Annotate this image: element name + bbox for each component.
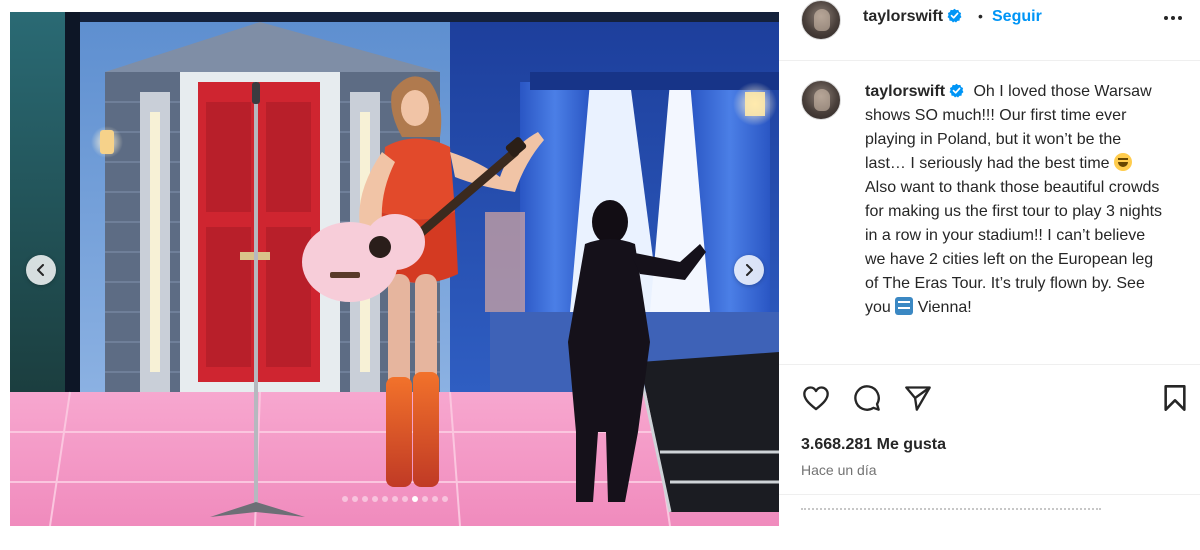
post-header: taylorswift • Seguir — [779, 0, 1200, 60]
header-username[interactable]: taylorswift — [863, 8, 962, 26]
comment-button[interactable] — [851, 382, 883, 414]
soon-arrow-emoji — [895, 297, 914, 315]
carousel-dot — [441, 496, 448, 502]
carousel-dot — [411, 496, 418, 502]
post-timestamp[interactable]: Hace un día — [801, 462, 877, 478]
caption-divider — [779, 364, 1200, 365]
post-caption: taylorswift Oh I loved those Warsaw show… — [865, 80, 1165, 320]
carousel-dot — [351, 496, 358, 502]
chevron-right-icon — [746, 264, 753, 276]
send-icon — [905, 386, 931, 411]
footer-divider — [779, 494, 1200, 495]
heart-icon — [803, 386, 829, 411]
separator-dot: • — [978, 8, 983, 24]
header-divider — [779, 60, 1200, 61]
caption-text-2: Also want to thank those beautiful crowd… — [865, 179, 1163, 316]
carousel-dot — [371, 496, 378, 502]
share-button[interactable] — [902, 382, 934, 414]
more-dot-icon — [1178, 16, 1182, 20]
carousel-indicator — [10, 496, 779, 502]
chevron-left-icon — [37, 264, 44, 276]
carousel-dot — [361, 496, 368, 502]
caption-text-3: Vienna! — [917, 299, 972, 316]
carousel-dot — [341, 496, 348, 502]
action-bar — [779, 376, 1200, 420]
caption-username[interactable]: taylorswift — [865, 83, 964, 100]
username-text[interactable]: taylorswift — [863, 8, 943, 25]
bookmark-icon — [1164, 385, 1186, 411]
carousel-dot — [381, 496, 388, 502]
verified-badge-icon — [949, 83, 964, 98]
verified-badge-icon — [947, 8, 962, 23]
caption-avatar[interactable] — [801, 80, 841, 120]
more-options-button[interactable] — [1161, 6, 1185, 30]
avatar[interactable] — [801, 0, 841, 40]
save-button[interactable] — [1159, 382, 1191, 414]
post-side-panel: taylorswift • Seguir taylorswift Oh I lo… — [779, 0, 1200, 550]
carousel-prev-button[interactable] — [26, 255, 56, 285]
caption-section: taylorswift Oh I loved those Warsaw show… — [779, 72, 1200, 364]
add-comment-area[interactable] — [801, 508, 1101, 512]
carousel-dot — [421, 496, 428, 502]
carousel-next-button[interactable] — [734, 255, 764, 285]
carousel-dot — [401, 496, 408, 502]
more-dot-icon — [1164, 16, 1168, 20]
carousel-dot — [391, 496, 398, 502]
post-photo — [10, 12, 779, 526]
like-button[interactable] — [800, 382, 832, 414]
caption-username-text[interactable]: taylorswift — [865, 83, 945, 100]
follow-button[interactable]: Seguir — [992, 8, 1042, 26]
post-media-carousel[interactable] — [10, 12, 779, 526]
comment-icon — [854, 385, 880, 411]
carousel-dot — [431, 496, 438, 502]
grinning-squinting-face-emoji — [1114, 153, 1133, 171]
more-dot-icon — [1171, 16, 1175, 20]
likes-count[interactable]: 3.668.281 Me gusta — [801, 436, 946, 454]
